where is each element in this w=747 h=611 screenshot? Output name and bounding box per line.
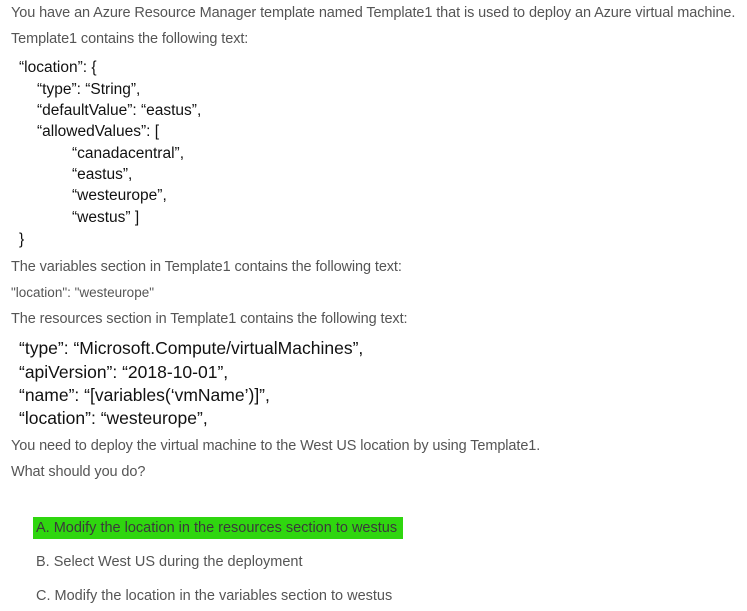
code-line: “westeurope”, xyxy=(72,187,167,204)
code-line: “westus” ] xyxy=(72,209,140,226)
option-b[interactable]: B. Select West US during the deployment xyxy=(33,551,306,573)
code-line: “defaultValue”: “eastus”, xyxy=(37,102,202,119)
intro-line-2: Template1 contains the following text: xyxy=(11,31,249,47)
task-statement: You need to deploy the virtual machine t… xyxy=(11,438,541,454)
code-line: “name”: “[variables(‘vmName’)]”, xyxy=(19,385,270,405)
code-line: “canadacentral”, xyxy=(72,145,185,162)
option-a[interactable]: A. Modify the location in the resources … xyxy=(33,517,403,539)
variables-text: "location": "westeurope" xyxy=(11,285,154,300)
code-line: “type”: “String”, xyxy=(37,81,141,98)
variables-intro: The variables section in Template1 conta… xyxy=(11,259,402,275)
resources-intro: The resources section in Template1 conta… xyxy=(11,311,408,327)
intro-line-1: You have an Azure Resource Manager templ… xyxy=(11,5,736,21)
code-line: “eastus”, xyxy=(72,166,133,183)
code-line: } xyxy=(19,231,25,248)
code-line: “allowedValues”: [ xyxy=(37,123,160,140)
code-line: “type”: “Microsoft.Compute/virtualMachin… xyxy=(19,338,364,358)
question-prompt: What should you do? xyxy=(11,464,146,480)
code-line: “location”: { xyxy=(19,59,97,76)
code-line: “apiVersion”: “2018-10-01”, xyxy=(19,362,229,382)
option-c[interactable]: C. Modify the location in the variables … xyxy=(33,585,395,607)
code-line: “location”: “westeurope”, xyxy=(19,408,208,428)
